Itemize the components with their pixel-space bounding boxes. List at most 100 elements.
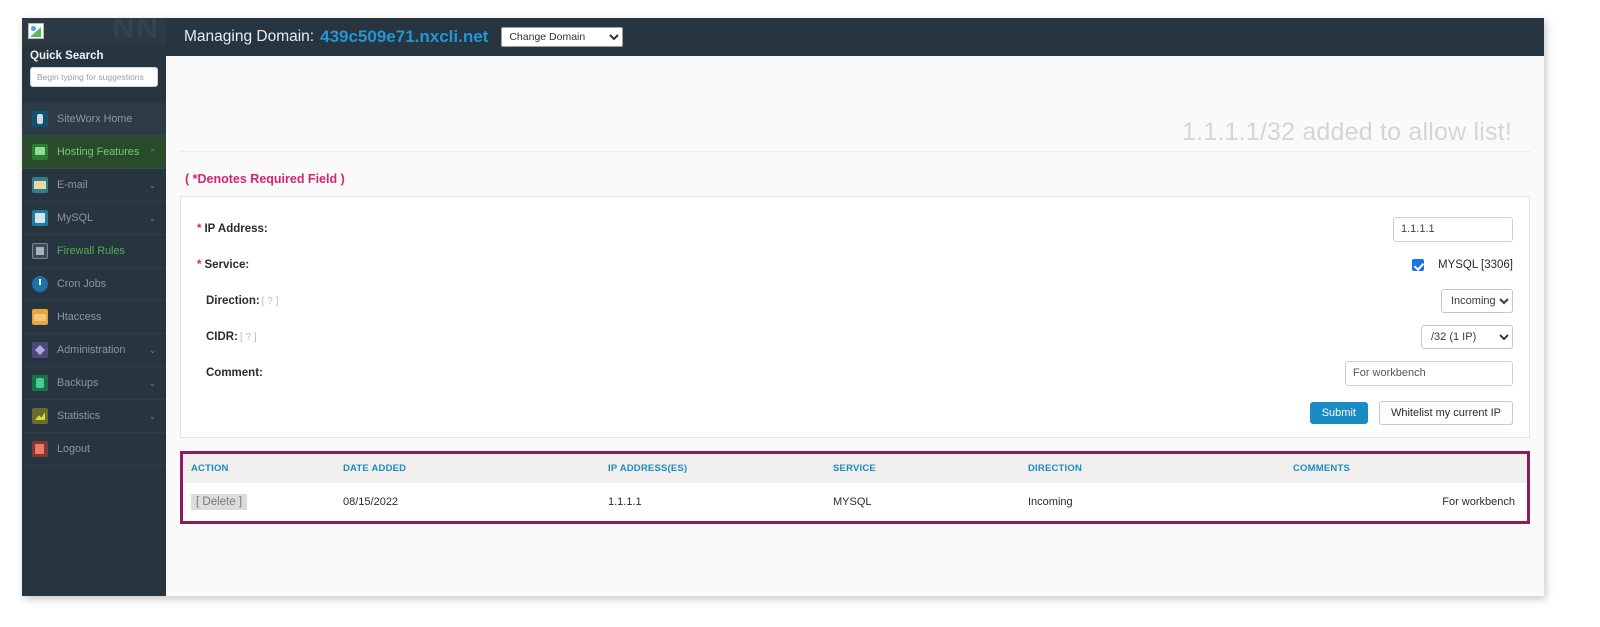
- table-head: ACTION DATE ADDED IP ADDRESS(ES) SERVICE…: [183, 454, 1527, 483]
- mysql-service-checkbox[interactable]: [1411, 259, 1424, 271]
- sidebar: NN Quick Search SiteWorx Home Hosting Fe…: [22, 18, 166, 596]
- cidr-label-text: CIDR:: [206, 331, 238, 343]
- service-option-group: MYSQL [3306]: [1411, 259, 1513, 271]
- sidebar-item-label: Backups: [57, 377, 99, 389]
- direction-help-icon[interactable]: [ ? ]: [262, 296, 279, 307]
- sidebar-item-logout[interactable]: Logout: [22, 433, 166, 466]
- required-field-note: ( *Denotes Required Field ): [185, 172, 345, 186]
- topbar: Managing Domain: 439c509e71.nxcli.net Ch…: [166, 18, 1544, 56]
- form-buttons: Submit Whitelist my current IP: [197, 391, 1513, 425]
- monitor-icon: [32, 144, 48, 160]
- cell-date-added: 08/15/2022: [343, 483, 608, 521]
- cell-action: [ Delete ]: [183, 483, 343, 521]
- ip-address-row: * IP Address:: [197, 211, 1513, 247]
- sidebar-item-siteworx-home[interactable]: SiteWorx Home: [22, 103, 166, 136]
- sidebar-item-label: SiteWorx Home: [57, 113, 133, 125]
- chevron-down-icon: ⌄: [149, 378, 156, 388]
- sidebar-item-statistics[interactable]: Statistics ⌄: [22, 400, 166, 433]
- ip-address-input[interactable]: [1393, 216, 1513, 242]
- col-header-comments: COMMENTS: [1293, 454, 1527, 483]
- comment-row: Comment:: [197, 355, 1513, 391]
- direction-label: Direction:[ ? ]: [197, 295, 278, 307]
- sidebar-item-administration[interactable]: Administration ⌄: [22, 334, 166, 367]
- firewall-rule-form: *IP Address: *Service: MYSQL [3306]: [180, 196, 1530, 438]
- cell-direction: Incoming: [1028, 483, 1293, 521]
- sidebar-item-label: Cron Jobs: [57, 278, 107, 290]
- direction-row: Direction:[ ? ] Incoming: [197, 283, 1513, 319]
- main-area: Managing Domain: 439c509e71.nxcli.net Ch…: [166, 18, 1544, 596]
- status-banner: 1.1.1.1/32 added to allow list!: [180, 56, 1530, 152]
- status-message: 1.1.1.1/32 added to allow list!: [1181, 118, 1512, 146]
- sidebar-item-label: Hosting Features: [57, 146, 140, 158]
- col-header-direction: DIRECTION: [1028, 454, 1293, 483]
- chevron-down-icon: ⌄: [149, 180, 156, 190]
- broken-image-icon: [28, 23, 44, 39]
- chevron-down-icon: ⌄: [149, 411, 156, 421]
- table-row: [ Delete ] 08/15/2022 1.1.1.1 MYSQL Inco…: [183, 483, 1527, 521]
- folder-icon: [32, 309, 48, 325]
- required-star: *: [197, 259, 202, 271]
- mysql-service-label: MYSQL [3306]: [1437, 259, 1513, 271]
- change-domain-select[interactable]: Change Domain: [501, 27, 624, 47]
- sidebar-item-firewall-rules[interactable]: Firewall Rules: [22, 235, 166, 268]
- chevron-down-icon: ⌄: [149, 345, 156, 355]
- search-input[interactable]: [30, 67, 158, 87]
- sidebar-item-label: Logout: [57, 443, 91, 455]
- sidebar-item-label: Firewall Rules: [57, 245, 125, 257]
- firewall-rules-table-container: ACTION DATE ADDED IP ADDRESS(ES) SERVICE…: [180, 451, 1530, 524]
- col-header-ip: IP ADDRESS(ES): [608, 454, 833, 483]
- sidebar-item-backups[interactable]: Backups ⌄: [22, 367, 166, 400]
- chevron-up-icon: ⌃: [149, 147, 156, 157]
- mail-icon: [32, 177, 48, 193]
- content-area: 1.1.1.1/32 added to allow list! ( *Denot…: [166, 56, 1544, 596]
- sidebar-item-label: E-mail: [57, 179, 88, 191]
- service-label: * Service:: [197, 259, 249, 271]
- col-header-service: SERVICE: [833, 454, 1028, 483]
- backup-icon: [32, 375, 48, 391]
- service-label-text: Service:: [204, 259, 250, 271]
- cell-comments: For workbench: [1293, 483, 1527, 521]
- firewall-icon: [32, 243, 48, 259]
- sidebar-nav: SiteWorx Home Hosting Features ⌃ E-mail …: [22, 103, 166, 466]
- clock-icon: [32, 276, 48, 292]
- direction-label-text: Direction:: [206, 295, 260, 307]
- current-domain: 439c509e71.nxcli.net: [320, 27, 489, 46]
- app-window: NN Quick Search SiteWorx Home Hosting Fe…: [22, 18, 1544, 596]
- sidebar-item-cron-jobs[interactable]: Cron Jobs: [22, 268, 166, 301]
- cidr-label: CIDR:[ ? ]: [197, 331, 257, 343]
- comment-label: Comment:: [206, 367, 263, 379]
- managing-domain-label: Managing Domain:: [184, 28, 315, 45]
- home-icon: [32, 111, 48, 127]
- ip-address-label: * IP Address:: [197, 223, 268, 235]
- cidr-row: CIDR:[ ? ] /32 (1 IP): [197, 319, 1513, 355]
- whitelist-current-ip-button[interactable]: Whitelist my current IP: [1378, 401, 1513, 425]
- direction-select[interactable]: Incoming: [1441, 289, 1513, 313]
- cell-service: MYSQL: [833, 483, 1028, 521]
- sidebar-item-label: Administration: [57, 344, 126, 356]
- quick-search-title: Quick Search: [30, 50, 104, 62]
- delete-button[interactable]: [ Delete ]: [191, 494, 248, 510]
- col-header-date: DATE ADDED: [343, 454, 608, 483]
- sidebar-item-email[interactable]: E-mail ⌄: [22, 169, 166, 202]
- required-star: *: [197, 223, 202, 235]
- sidebar-item-hosting-features[interactable]: Hosting Features ⌃: [22, 136, 166, 169]
- chart-icon: [32, 408, 48, 424]
- cidr-select[interactable]: /32 (1 IP): [1421, 325, 1513, 349]
- cell-ip-address: 1.1.1.1: [608, 483, 833, 521]
- logout-icon: [32, 441, 48, 457]
- service-row: * Service: MYSQL [3306]: [197, 247, 1513, 283]
- sidebar-item-label: Htaccess: [57, 311, 102, 323]
- ip-address-label-text: IP Address:: [204, 223, 268, 235]
- table-header-row: ACTION DATE ADDED IP ADDRESS(ES) SERVICE…: [183, 454, 1527, 483]
- chevron-down-icon: ⌄: [149, 213, 156, 223]
- tools-icon: [32, 342, 48, 358]
- sidebar-item-label: Statistics: [57, 410, 101, 422]
- quick-search-section: Quick Search: [22, 44, 166, 97]
- table-body: [ Delete ] 08/15/2022 1.1.1.1 MYSQL Inco…: [183, 483, 1527, 521]
- sidebar-item-htaccess[interactable]: Htaccess: [22, 301, 166, 334]
- col-header-action: ACTION: [183, 454, 343, 483]
- sidebar-item-mysql[interactable]: MySQL ⌄: [22, 202, 166, 235]
- comment-input[interactable]: [1345, 360, 1513, 386]
- cidr-help-icon[interactable]: [ ? ]: [240, 332, 257, 343]
- submit-button[interactable]: Submit: [1309, 402, 1368, 424]
